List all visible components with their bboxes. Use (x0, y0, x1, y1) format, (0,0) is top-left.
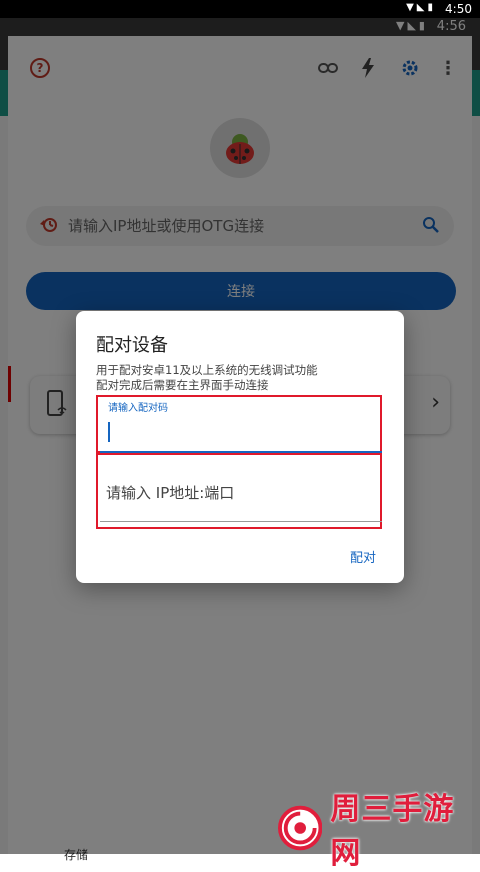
watermark: 周三手游网 (278, 792, 480, 871)
text-cursor (108, 422, 110, 442)
ip-port-underline (100, 521, 382, 522)
watermark-text: 周三手游网 (330, 792, 455, 871)
status-time: 4:50 (445, 2, 472, 16)
pair-device-dialog: 配对设备 用于配对安卓11及以上系统的无线调试功能 配对完成后需要在主界面手动连… (76, 311, 404, 583)
pair-code-underline (100, 451, 382, 453)
pair-code-input[interactable] (106, 415, 376, 445)
system-status-bar: ▼◣▮ 4:50 (0, 0, 480, 18)
pair-confirm-button[interactable]: 配对 (350, 547, 376, 566)
ip-port-input[interactable] (106, 479, 376, 507)
dialog-message: 用于配对安卓11及以上系统的无线调试功能 配对完成后需要在主界面手动连接 (96, 363, 386, 393)
watermark-logo-icon (278, 805, 323, 851)
dialog-title: 配对设备 (96, 335, 168, 356)
dialog-message-line2: 配对完成后需要在主界面手动连接 (96, 378, 269, 392)
dialog-message-line1: 用于配对安卓11及以上系统的无线调试功能 (96, 363, 318, 377)
status-icons: ▼◣▮ (406, 2, 436, 13)
pair-code-label: 请输入配对码 (108, 403, 168, 414)
